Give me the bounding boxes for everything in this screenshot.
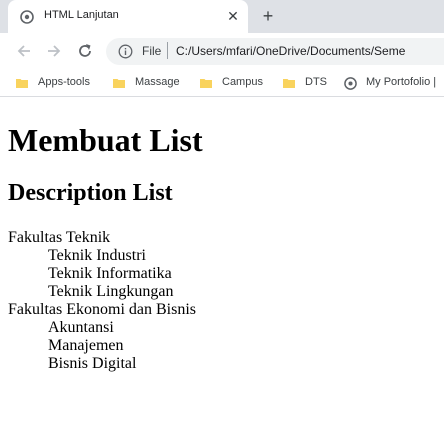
bookmark-campus[interactable]: Campus — [200, 76, 270, 92]
bookmark-label: My Portofolio | — [366, 76, 437, 88]
bookmark-label: DTS — [305, 76, 327, 88]
globe-icon — [344, 77, 357, 90]
bookmarks-bar: Apps-tools Massage Campus DTS My Portofo… — [0, 69, 444, 97]
definition-item: Teknik Industri — [48, 247, 146, 264]
bookmark-label: Apps-tools — [38, 76, 90, 88]
definition-item: Bisnis Digital — [48, 355, 137, 372]
definition-item: Manajemen — [48, 337, 124, 354]
page-heading: Membuat List — [8, 122, 203, 158]
folder-icon — [113, 79, 125, 88]
back-icon[interactable] — [14, 41, 34, 61]
reload-icon[interactable] — [75, 41, 95, 61]
bookmark-label: Massage — [135, 76, 180, 88]
bookmark-apps-tools[interactable]: Apps-tools — [16, 76, 102, 92]
term-fakultas-ekonomi-bisnis: Fakultas Ekonomi dan Bisnis — [8, 301, 196, 318]
folder-icon — [283, 79, 295, 88]
page-content: Membuat List Description List Fakultas T… — [0, 97, 444, 425]
bookmark-dts[interactable]: DTS — [283, 76, 331, 92]
omnibox-divider — [167, 42, 168, 59]
definition-item: Teknik Informatika — [48, 265, 172, 282]
folder-icon — [200, 79, 212, 88]
tab-strip: HTML Lanjutan ✕ + — [0, 0, 444, 33]
close-icon[interactable]: ✕ — [224, 7, 242, 25]
bookmark-my-portofolio[interactable]: My Portofolio | — [344, 76, 444, 92]
folder-icon — [16, 79, 28, 88]
scheme-label: File — [142, 44, 162, 58]
section-heading: Description List — [8, 180, 173, 206]
definition-item: Teknik Lingkungan — [48, 283, 174, 300]
forward-icon[interactable] — [44, 41, 64, 61]
bookmark-label: Campus — [222, 76, 263, 88]
address-bar[interactable]: File C:/Users/mfari/OneDrive/Documents/S… — [106, 38, 444, 65]
definition-item: Akuntansi — [48, 319, 114, 336]
url-text[interactable]: C:/Users/mfari/OneDrive/Documents/Seme — [176, 44, 405, 58]
globe-icon — [20, 10, 34, 24]
term-fakultas-teknik: Fakultas Teknik — [8, 229, 111, 246]
tab-title: HTML Lanjutan — [44, 9, 119, 21]
description-list: Fakultas Teknik Teknik Industri Teknik I… — [8, 229, 196, 373]
browser-toolbar: File C:/Users/mfari/OneDrive/Documents/S… — [0, 33, 444, 69]
browser-tab[interactable]: HTML Lanjutan ✕ — [8, 0, 248, 33]
bookmark-massage[interactable]: Massage — [113, 76, 189, 92]
info-icon[interactable] — [118, 44, 133, 59]
new-tab-icon[interactable]: + — [258, 6, 278, 26]
